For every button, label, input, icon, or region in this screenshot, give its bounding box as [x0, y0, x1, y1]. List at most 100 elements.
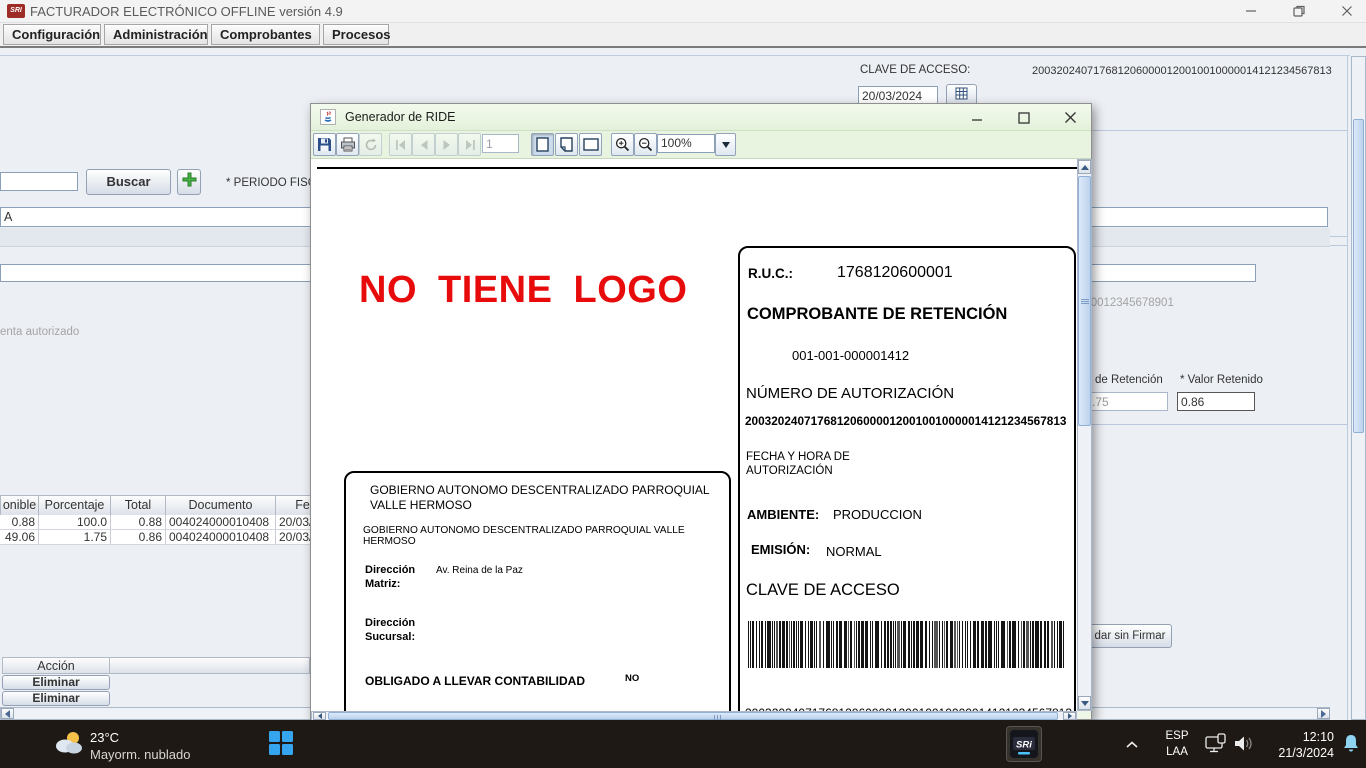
- cell[interactable]: 004024000010408: [166, 515, 276, 530]
- ruc-label: R.U.C.:: [748, 266, 793, 281]
- direccion-sucursal-label: Dirección Sucursal:: [365, 616, 429, 644]
- scroll-left-arrow[interactable]: [1, 708, 14, 719]
- no-logo-text: NO TIENE LOGO: [359, 269, 687, 312]
- search-input[interactable]: [0, 172, 78, 191]
- vertical-scrollbar[interactable]: [1351, 56, 1366, 720]
- cell[interactable]: 0.88: [111, 515, 166, 530]
- direccion-matriz-label: Dirección Matriz:: [365, 563, 429, 591]
- barcode: [748, 621, 1070, 668]
- print-button[interactable]: [336, 133, 359, 156]
- reload-button[interactable]: [359, 133, 382, 156]
- accion-header[interactable]: Acción: [2, 657, 110, 674]
- cell[interactable]: 49.06: [0, 530, 39, 545]
- add-button[interactable]: [177, 169, 201, 195]
- contabilidad-label: OBLIGADO A LLEVAR CONTABILIDAD: [365, 674, 585, 688]
- scroll-thumb[interactable]: [1353, 119, 1364, 433]
- sri-app-active[interactable]: SRi: [1006, 726, 1042, 762]
- app-titlebar: SRI FACTURADOR ELECTRÓNICO OFFLINE versi…: [0, 0, 1366, 23]
- autorizado-hint: enta autorizado: [0, 326, 79, 338]
- zoom-dropdown-button[interactable]: [715, 133, 736, 156]
- clave-acceso-doc-label: CLAVE DE ACCESO: [746, 581, 900, 600]
- menu-bar: Configuración Administración Comprobante…: [0, 23, 1366, 48]
- calendar-icon: [955, 87, 968, 105]
- volume-icon[interactable]: [1233, 734, 1255, 758]
- weather-temp[interactable]: 23°C: [90, 730, 119, 745]
- ambiente-label: AMBIENTE:: [747, 507, 819, 522]
- buscar-button[interactable]: Buscar: [86, 169, 171, 195]
- num-autorizacion-label: NÚMERO DE AUTORIZACIÓN: [746, 385, 954, 402]
- start-button[interactable]: [268, 730, 294, 761]
- emisor-nombre: GOBIERNO AUTONOMO DESCENTRALIZADO PARROQ…: [370, 483, 722, 513]
- first-page-button[interactable]: [389, 133, 412, 156]
- accion-header-empty: [110, 657, 310, 674]
- dialog-titlebar[interactable]: Generador de RIDE: [311, 104, 1091, 131]
- zoom-in-button[interactable]: [611, 133, 634, 156]
- zoom-level-display[interactable]: 100%: [657, 134, 715, 153]
- dialog-vertical-scrollbar[interactable]: [1077, 159, 1092, 711]
- valor-retenido-input[interactable]: [1177, 392, 1255, 411]
- app-title: FACTURADOR ELECTRÓNICO OFFLINE versión 4…: [30, 4, 343, 19]
- taskbar: 23°C Mayorm. nublado Búsqueda X W: [0, 720, 1366, 768]
- fit-page-icon: [560, 137, 573, 152]
- single-page-icon: [536, 137, 549, 152]
- fit-width-button[interactable]: [579, 133, 602, 156]
- next-page-button[interactable]: [435, 133, 458, 156]
- scroll-up-arrow[interactable]: [1078, 160, 1091, 174]
- screen: SRI FACTURADOR ELECTRÓNICO OFFLINE versi…: [0, 0, 1366, 768]
- clave-acceso-label: CLAVE DE ACCESO:: [860, 64, 970, 76]
- cell[interactable]: 004024000010408: [166, 530, 276, 545]
- menu-procesos[interactable]: Procesos: [323, 24, 389, 45]
- language-indicator[interactable]: ESP LAA: [1158, 729, 1196, 760]
- notification-bell-icon[interactable]: [1342, 733, 1360, 758]
- scroll-right-arrow[interactable]: [1063, 712, 1076, 720]
- clock[interactable]: 12:10 21/3/2024: [1268, 729, 1334, 761]
- scroll-thumb[interactable]: [328, 712, 1058, 720]
- network-icon[interactable]: [1205, 733, 1229, 760]
- restore-button[interactable]: [1282, 0, 1316, 22]
- col-header-documento[interactable]: Documento: [166, 495, 276, 516]
- scroll-down-arrow[interactable]: [1078, 696, 1091, 710]
- minimize-button[interactable]: [1234, 0, 1268, 22]
- dialog-title: Generador de RIDE: [345, 110, 455, 124]
- close-button[interactable]: [1330, 0, 1364, 22]
- prev-page-button[interactable]: [412, 133, 435, 156]
- weather-desc[interactable]: Mayorm. nublado: [90, 747, 190, 762]
- menu-configuracion[interactable]: Configuración: [3, 24, 101, 45]
- retencion-info-box: R.U.C.: 1768120600001 COMPROBANTE DE RET…: [738, 246, 1076, 711]
- cell[interactable]: 100.0: [39, 515, 111, 530]
- retencion-label: de Retención: [1095, 374, 1163, 386]
- scroll-right-arrow[interactable]: [1317, 708, 1330, 719]
- actual-size-button[interactable]: [531, 133, 554, 156]
- scroll-left-arrow[interactable]: [313, 712, 326, 720]
- cell[interactable]: 0.86: [111, 530, 166, 545]
- scroll-thumb[interactable]: [1078, 176, 1091, 426]
- dialog-minimize-button[interactable]: [961, 107, 993, 128]
- col-header-porcentaje[interactable]: Porcentaje: [39, 495, 111, 516]
- save-icon: [317, 137, 332, 152]
- tray-chevron-up-icon[interactable]: [1125, 737, 1139, 755]
- col-header-disponible[interactable]: onible: [0, 495, 39, 516]
- chevron-down-icon: [722, 142, 730, 148]
- clave-acceso-value: 2003202407176812060000120010010000014121…: [1032, 65, 1332, 77]
- menu-administracion[interactable]: Administración: [104, 24, 208, 45]
- fit-page-button[interactable]: [555, 133, 578, 156]
- last-page-button[interactable]: [458, 133, 481, 156]
- dialog-maximize-button[interactable]: [1008, 107, 1040, 128]
- num-autorizacion-value: 2003202407176812060000120010010000014121…: [745, 414, 1066, 428]
- eliminar-button-2[interactable]: Eliminar: [2, 691, 110, 706]
- cell[interactable]: 0.88: [0, 515, 39, 530]
- save-button[interactable]: [313, 133, 336, 156]
- guardar-sin-firmar-button[interactable]: dar sin Firmar: [1088, 624, 1172, 648]
- page-number-input[interactable]: [482, 134, 519, 153]
- retencion-input[interactable]: [1088, 392, 1168, 411]
- eliminar-button-1[interactable]: Eliminar: [2, 675, 110, 690]
- dialog-close-button[interactable]: [1054, 107, 1086, 128]
- zoom-out-button[interactable]: [634, 133, 657, 156]
- svg-text:SRi: SRi: [1016, 740, 1032, 751]
- clock-time: 12:10: [1268, 729, 1334, 745]
- weather-icon[interactable]: [52, 728, 84, 763]
- cell[interactable]: 1.75: [39, 530, 111, 545]
- menu-comprobantes[interactable]: Comprobantes: [211, 24, 320, 45]
- emision-value: NORMAL: [826, 544, 882, 559]
- col-header-total[interactable]: Total: [111, 495, 166, 516]
